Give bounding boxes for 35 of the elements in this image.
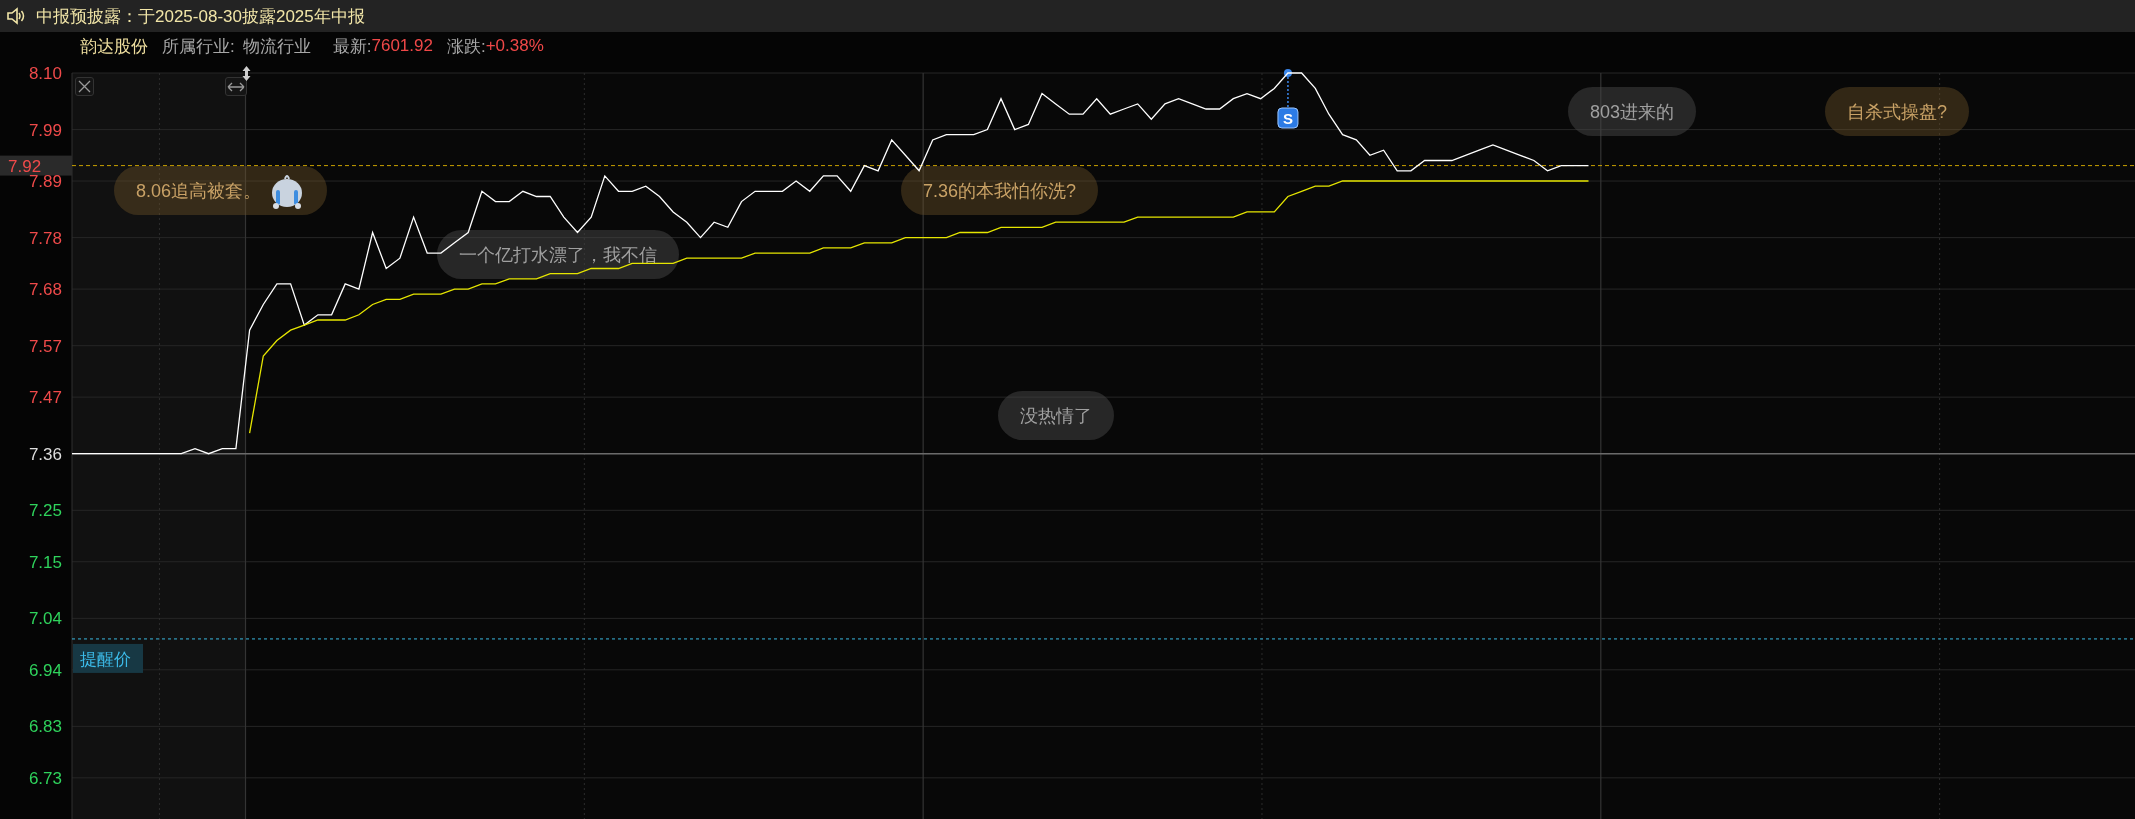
axis-label: 8.10: [28, 64, 62, 83]
price-marker-label: 7.92: [0, 155, 72, 176]
axis-label: 7.68: [28, 280, 62, 300]
annotation: S: [1282, 110, 1293, 127]
resize-button[interactable]: [225, 77, 247, 96]
industry-value: 物流行业: [242, 35, 311, 58]
notice-text: 中报预披露：于2025-08-30披露2025年中报: [36, 5, 365, 28]
axis-label: 7.15: [28, 552, 62, 572]
axis-label: 7.78: [28, 228, 62, 248]
comment-text: 自杀式操盘?: [1847, 100, 1947, 124]
axis-label: 7.47: [28, 388, 62, 408]
axis-label: 6.83: [28, 717, 62, 737]
axis-label: 7.36: [28, 444, 62, 464]
speaker-icon[interactable]: [6, 7, 26, 25]
stock-name: 韵达股份: [80, 35, 148, 58]
comment-text: 没热情了: [1020, 404, 1092, 428]
change-percent: +0.38%: [485, 36, 544, 56]
industry-label: 所属行业:: [162, 35, 235, 58]
latest-price: 7601.92: [371, 36, 433, 56]
alert-price-label[interactable]: 提醒价: [73, 643, 143, 673]
drag-handle-icon[interactable]: [242, 66, 251, 81]
comment-text: 803进来的: [1590, 100, 1675, 124]
axis-label: 6.94: [28, 660, 62, 680]
axis-label: 7.57: [28, 336, 62, 356]
comment-text: 8.06追高被套。: [136, 179, 262, 203]
ref-line-label: 提醒价: [80, 648, 131, 669]
change-label: 涨跌:: [446, 35, 486, 58]
axis-label: 7.04: [28, 609, 62, 629]
comment-text: 一个亿打水漂了，我不信: [459, 243, 657, 267]
axis-label: 6.73: [28, 768, 62, 788]
comment-text: 7.36的本我怕你洗?: [923, 179, 1077, 203]
axis-label: 7.25: [28, 501, 62, 521]
axis-label: 7.99: [28, 120, 62, 140]
latest-label: 最新:: [332, 35, 372, 58]
close-button[interactable]: [75, 77, 94, 96]
